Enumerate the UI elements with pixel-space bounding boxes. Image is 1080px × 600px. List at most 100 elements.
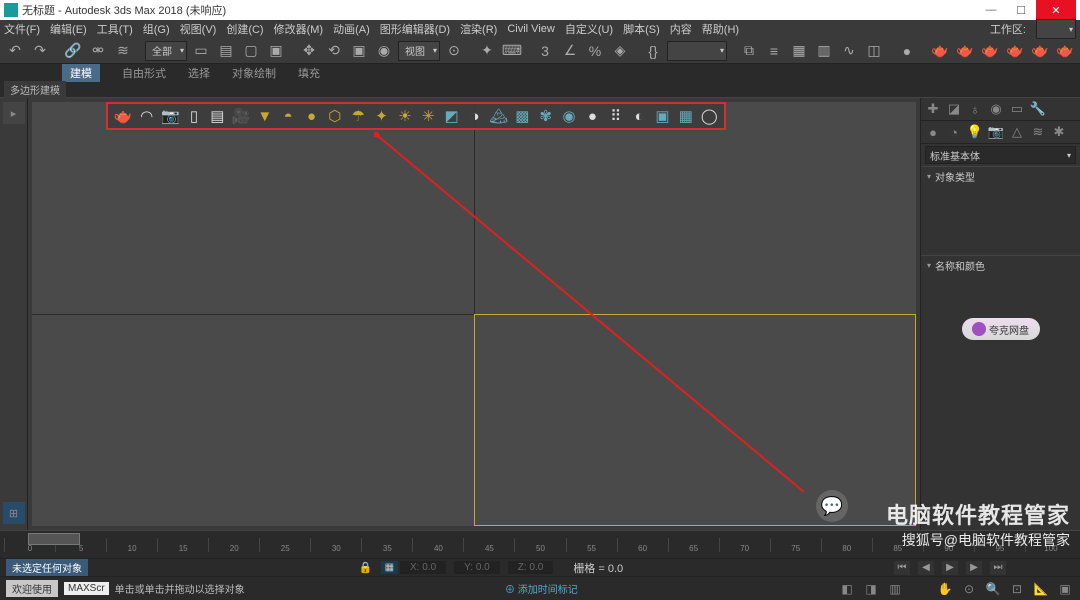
- camera-icon[interactable]: 📷: [161, 107, 179, 125]
- shapes-cat-icon[interactable]: ◔: [946, 124, 962, 140]
- select-name-button[interactable]: ▤: [215, 40, 237, 62]
- render-iter-button[interactable]: 🫖: [1004, 40, 1026, 62]
- menu-help[interactable]: 帮助(H): [702, 21, 739, 37]
- keyfilter-button[interactable]: ▥: [886, 581, 904, 597]
- move-button[interactable]: ✥: [298, 40, 320, 62]
- viewport-area[interactable]: 🫖 ◠ 📷 ▯ ▤ 🎥 ▼ ◓ ● ⬡ ☂ ✦ ☀ ✳ ◩ ◑ 🏔 ▩ ✾ ◉ …: [32, 102, 916, 526]
- viewport-layout-button[interactable]: ⊞: [3, 502, 25, 524]
- primitives-dropdown[interactable]: 标准基本体: [925, 146, 1076, 164]
- manipulate-button[interactable]: ✦: [476, 40, 498, 62]
- toggle-ribbon-button[interactable]: ▥: [813, 40, 835, 62]
- ref-coord-dropdown[interactable]: 视图: [398, 41, 440, 61]
- menu-modifiers[interactable]: 修改器(M): [274, 21, 324, 37]
- create-panel-icon[interactable]: ✚: [925, 101, 941, 117]
- tab-objectpaint[interactable]: 对象绘制: [232, 65, 276, 81]
- snap-3d-button[interactable]: 3: [534, 40, 556, 62]
- vray-vfb-icon[interactable]: ▣: [654, 107, 671, 125]
- link-button[interactable]: 🔗: [62, 40, 84, 62]
- add-time-tag-button[interactable]: ⊕ 添加时间标记: [505, 581, 578, 596]
- menu-customize[interactable]: 自定义(U): [565, 21, 613, 37]
- redo-button[interactable]: ↷: [29, 40, 51, 62]
- select-object-button[interactable]: ▭: [190, 40, 212, 62]
- render-prod-button[interactable]: 🫖: [979, 40, 1001, 62]
- menu-view[interactable]: 视图(V): [180, 21, 217, 37]
- menu-content[interactable]: 内容: [670, 21, 692, 37]
- spacewarps-cat-icon[interactable]: ≋: [1030, 124, 1046, 140]
- menu-rendering[interactable]: 渲染(R): [460, 21, 497, 37]
- vraylight-mesh-icon[interactable]: ⬡: [326, 107, 343, 125]
- fov-button[interactable]: 📐: [1032, 581, 1050, 597]
- utilities-panel-icon[interactable]: 🔧: [1030, 101, 1046, 117]
- menu-tools[interactable]: 工具(T): [97, 21, 133, 37]
- pivot-button[interactable]: ⊙: [443, 40, 465, 62]
- menu-file[interactable]: 文件(F): [4, 21, 40, 37]
- motion-panel-icon[interactable]: ◉: [988, 101, 1004, 117]
- setkey-button[interactable]: ◨: [862, 581, 880, 597]
- rollout-object-type[interactable]: 对象类型: [921, 167, 1080, 185]
- zoom-button[interactable]: 🔍: [984, 581, 1002, 597]
- tab-freeform[interactable]: 自由形式: [122, 65, 166, 81]
- tab-modeling[interactable]: 建模: [62, 64, 100, 82]
- vraylight-plane-icon[interactable]: ▼: [256, 107, 273, 125]
- scene-explorer-toggle[interactable]: ▸: [3, 102, 25, 124]
- pan-view-button[interactable]: ✋: [936, 581, 954, 597]
- window-crossing-button[interactable]: ▣: [265, 40, 287, 62]
- vray-dots-icon[interactable]: ⠿: [607, 107, 624, 125]
- timeline[interactable]: 0 5 10 15 20 25 30 35 40 45 50 55 60 65 …: [0, 530, 1080, 558]
- dome-icon[interactable]: ◠: [138, 107, 155, 125]
- prev-frame-button[interactable]: ◀: [918, 561, 934, 575]
- render-frame-button[interactable]: 🫖: [954, 40, 976, 62]
- vraylight-ies-icon[interactable]: ☂: [350, 107, 367, 125]
- selection-lock-icon[interactable]: 🔒: [359, 561, 373, 574]
- bind-button[interactable]: ≋: [112, 40, 134, 62]
- vray-material-icon[interactable]: ●: [584, 107, 601, 125]
- goto-end-button[interactable]: ⏭: [990, 561, 1006, 575]
- vray-sun-icon[interactable]: ☀: [396, 107, 413, 125]
- modify-panel-icon[interactable]: ◪: [946, 101, 962, 117]
- menu-animation[interactable]: 动画(A): [333, 21, 370, 37]
- named-selset-dropdown[interactable]: [667, 41, 727, 61]
- render-setup-button[interactable]: 🫖: [929, 40, 951, 62]
- videocam-icon[interactable]: 🎥: [232, 107, 250, 125]
- undo-button[interactable]: ↶: [4, 40, 26, 62]
- layer-explorer-button[interactable]: ▦: [788, 40, 810, 62]
- tab-selection[interactable]: 选择: [188, 65, 210, 81]
- next-frame-button[interactable]: ▶: [966, 561, 982, 575]
- vray-logo-icon[interactable]: ◯: [701, 107, 718, 125]
- select-region-button[interactable]: ▢: [240, 40, 262, 62]
- unlink-button[interactable]: ⚮: [87, 40, 109, 62]
- vraylight-ambient-icon[interactable]: ✦: [373, 107, 390, 125]
- selection-filter-dropdown[interactable]: 全部: [145, 41, 187, 61]
- vray-settings-icon[interactable]: ▦: [677, 107, 694, 125]
- vray-floating-toolbar[interactable]: 🫖 ◠ 📷 ▯ ▤ 🎥 ▼ ◓ ● ⬡ ☂ ✦ ☀ ✳ ◩ ◑ 🏔 ▩ ✾ ◉ …: [106, 102, 726, 130]
- keyboard-button[interactable]: ⌨: [501, 40, 523, 62]
- autokey-button[interactable]: ◧: [838, 581, 856, 597]
- hierarchy-panel-icon[interactable]: ♁: [967, 101, 983, 117]
- vraylight-dome-icon[interactable]: ◓: [279, 107, 296, 125]
- arc-rotate-button[interactable]: ⊙: [960, 581, 978, 597]
- workspace-dropdown[interactable]: [1036, 19, 1076, 39]
- subtab-polymodel[interactable]: 多边形建模: [4, 81, 66, 98]
- menu-edit[interactable]: 编辑(E): [50, 21, 87, 37]
- vray-sparkle-icon[interactable]: ✳: [420, 107, 437, 125]
- material-editor-button[interactable]: ●: [896, 40, 918, 62]
- geometry-cat-icon[interactable]: ●: [925, 124, 941, 140]
- display-panel-icon[interactable]: ▭: [1009, 101, 1025, 117]
- helpers-cat-icon[interactable]: △: [1009, 124, 1025, 140]
- vray-clipper-icon[interactable]: ▩: [514, 107, 531, 125]
- vray-fur-icon[interactable]: 🏔: [490, 107, 508, 125]
- maxscript-badge[interactable]: MAXScr: [64, 582, 109, 595]
- curve-editor-button[interactable]: ∿: [838, 40, 860, 62]
- render-activeshade-button[interactable]: 🫖: [1029, 40, 1051, 62]
- render-cloud-button[interactable]: 🫖: [1054, 40, 1076, 62]
- schematic-button[interactable]: ◫: [863, 40, 885, 62]
- time-slider[interactable]: [28, 533, 80, 545]
- placement-button[interactable]: ◉: [373, 40, 395, 62]
- mirror-button[interactable]: ⧉: [738, 40, 760, 62]
- align-button[interactable]: ≡: [763, 40, 785, 62]
- vray-instancer-icon[interactable]: ◑: [466, 107, 483, 125]
- menu-group[interactable]: 组(G): [143, 21, 170, 37]
- scale-button[interactable]: ▣: [348, 40, 370, 62]
- quark-netdisk-button[interactable]: 夸克网盘: [962, 318, 1040, 340]
- rollout-name-color[interactable]: 名称和颜色: [921, 256, 1080, 274]
